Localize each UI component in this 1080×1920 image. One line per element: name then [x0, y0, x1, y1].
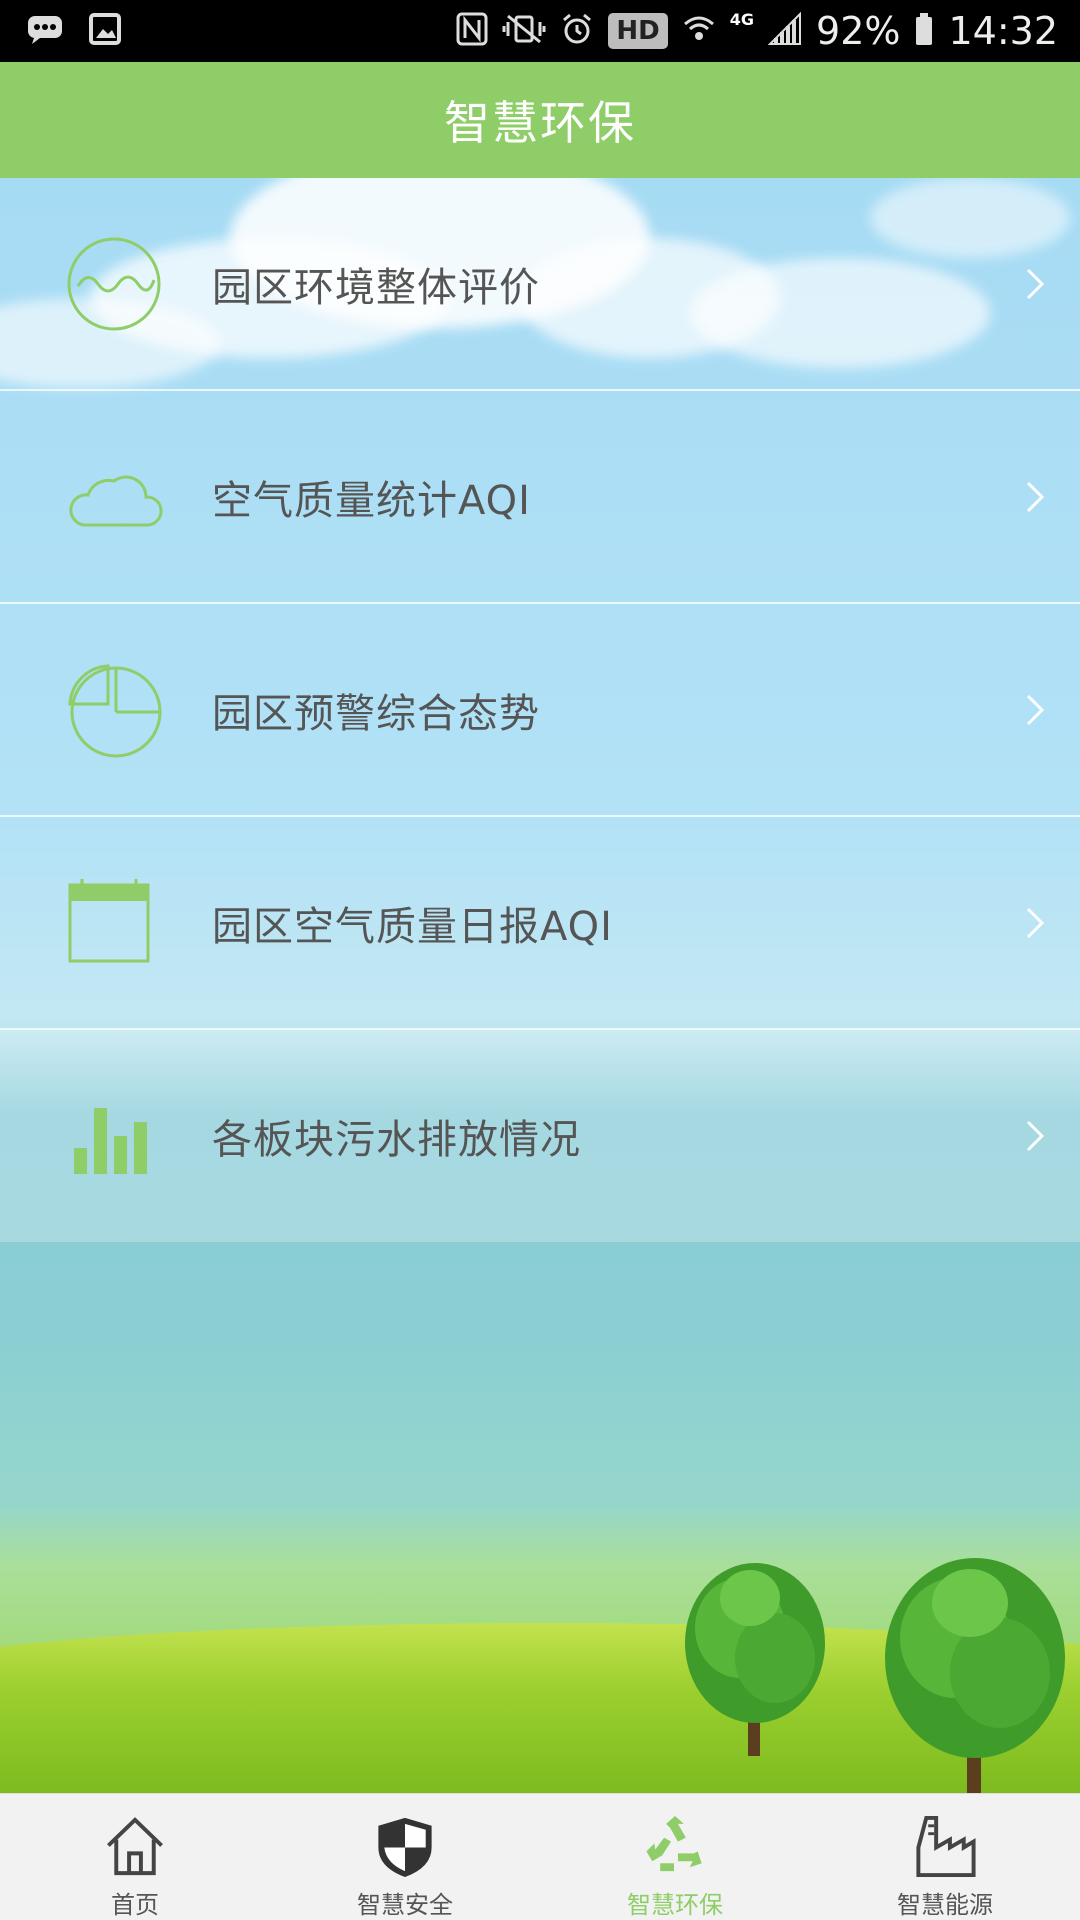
clock: 14:32 [948, 9, 1058, 53]
home-icon [107, 1817, 163, 1876]
chevron-right-icon [1026, 694, 1045, 725]
chevron-right-icon [1026, 268, 1045, 299]
chevron-right-icon [1026, 1120, 1045, 1152]
nav-item-label: 智慧安全 [357, 1891, 453, 1919]
nav-item-smart-safety[interactable]: 智慧安全 [270, 1794, 540, 1920]
nav-item-smart-energy[interactable]: 智慧能源 [810, 1794, 1080, 1920]
menu-item-label: 园区预警综合态势 [212, 690, 540, 737]
tree-illustration [885, 1558, 1065, 1793]
image-icon [88, 12, 122, 50]
bar-chart-icon [74, 1108, 147, 1174]
content-area: 园区环境整体评价 空气质量统计AQI 园区预警综合态势 园区空气质量日报AQI … [0, 178, 1080, 1793]
menu-item-environment-evaluation[interactable]: 园区环境整体评价 [0, 178, 1080, 391]
menu-item-label: 园区环境整体评价 [212, 264, 540, 311]
battery-icon [914, 12, 934, 50]
signal-icon [767, 11, 802, 50]
network-type-label: 4G [729, 9, 755, 29]
chevron-right-icon [1026, 481, 1045, 512]
menu-item-warning-situation[interactable]: 园区预警综合态势 [0, 604, 1080, 817]
feature-menu: 园区环境整体评价 空气质量统计AQI 园区预警综合态势 园区空气质量日报AQI … [0, 178, 1080, 1242]
recycle-icon [646, 1815, 702, 1872]
menu-item-sewage-discharge[interactable]: 各板块污水排放情况 [0, 1030, 1080, 1242]
battery-percent: 92% [816, 9, 901, 53]
nav-item-smart-environment[interactable]: 智慧环保 [540, 1794, 810, 1920]
chevron-right-icon [1026, 907, 1045, 938]
calendar-icon [68, 878, 150, 962]
nav-item-label: 智慧能源 [897, 1891, 993, 1919]
wifi-icon [682, 14, 716, 48]
nav-item-label: 首页 [111, 1891, 159, 1919]
menu-item-air-quality-daily-report[interactable]: 园区空气质量日报AQI [0, 817, 1080, 1030]
cloud-icon [69, 475, 163, 526]
alarm-icon [560, 12, 594, 50]
message-icon [26, 12, 66, 50]
nav-item-label: 智慧环保 [627, 1891, 723, 1919]
app-header: 智慧环保 [0, 62, 1080, 178]
nfc-icon [456, 12, 488, 50]
page-title: 智慧环保 [444, 96, 636, 150]
menu-item-label: 空气质量统计AQI [212, 477, 531, 524]
hd-badge: HD [608, 13, 668, 49]
bottom-nav: 首页 智慧安全 智慧环保 智慧能源 [0, 1793, 1080, 1920]
tree-illustration [685, 1563, 825, 1756]
factory-icon [916, 1815, 976, 1878]
menu-item-air-quality-statistics[interactable]: 空气质量统计AQI [0, 391, 1080, 604]
menu-item-label: 园区空气质量日报AQI [212, 903, 613, 950]
wave-circle-icon [67, 237, 161, 330]
vibrate-mute-icon [502, 12, 546, 50]
menu-item-label: 各板块污水排放情况 [212, 1117, 581, 1163]
pie-chart-icon [68, 663, 162, 757]
shield-icon [378, 1817, 432, 1878]
status-bar: HD 4G 92% 14:32 [0, 0, 1080, 62]
nav-item-home[interactable]: 首页 [0, 1794, 270, 1920]
